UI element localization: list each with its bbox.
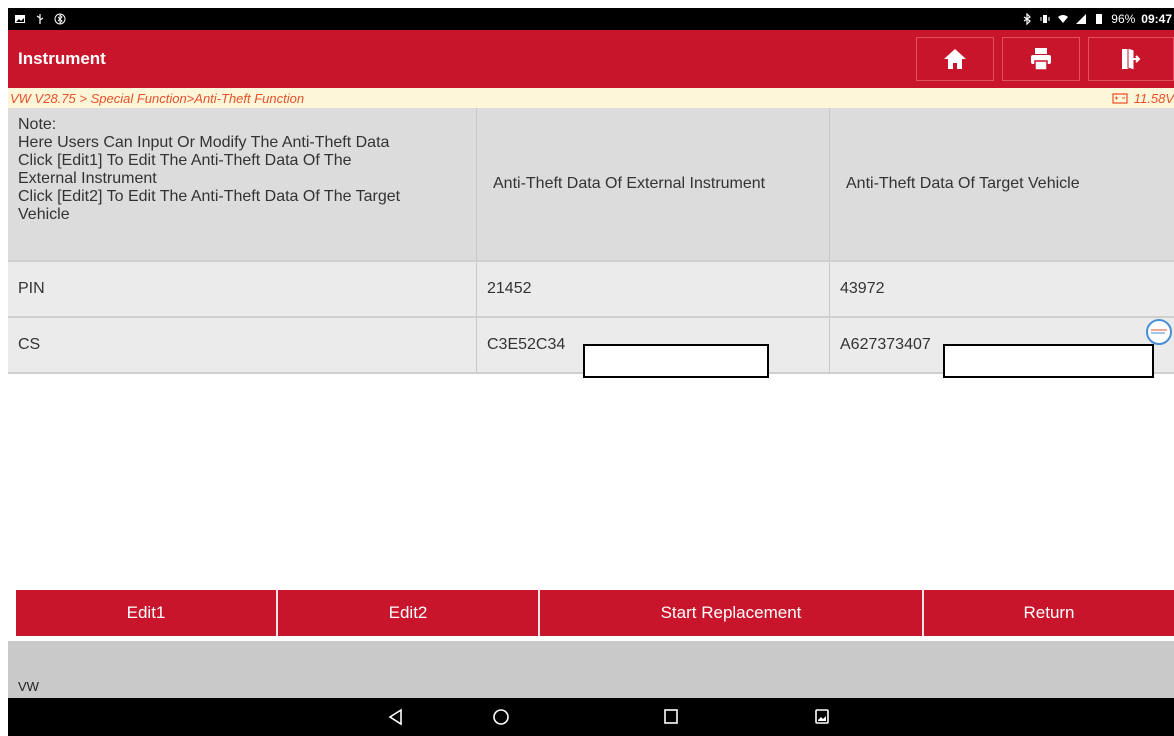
edit2-button[interactable]: Edit2 xyxy=(278,590,540,636)
external-instrument-header: Anti-Theft Data Of External Instrument xyxy=(477,108,830,260)
start-replacement-button[interactable]: Start Replacement xyxy=(540,590,924,636)
voltage-indicator: 11.58V xyxy=(1112,91,1174,106)
home-nav-icon[interactable] xyxy=(492,708,510,726)
back-icon[interactable] xyxy=(388,708,404,726)
row-label: CS xyxy=(8,318,477,372)
redaction-box xyxy=(583,344,769,378)
clock: 09:47 xyxy=(1141,12,1172,26)
bluetooth-icon xyxy=(1023,13,1032,25)
note-header: Note: Here Users Can Input Or Modify The… xyxy=(8,108,477,260)
navigation-bar xyxy=(8,698,1174,736)
print-button[interactable] xyxy=(1002,37,1080,81)
footer-vehicle-label: VW xyxy=(18,679,39,694)
external-value: 21452 xyxy=(477,262,830,316)
battery-icon xyxy=(1096,14,1103,24)
breadcrumb: VW V28.75 > Special Function>Anti-Theft … xyxy=(8,88,1174,108)
print-icon xyxy=(1031,48,1051,71)
page-title: Instrument xyxy=(18,49,106,68)
voltage-value: 11.58V xyxy=(1133,90,1174,106)
battery-percent: 96% xyxy=(1111,12,1136,26)
redaction-box xyxy=(943,344,1154,378)
table-header-row: Note: Here Users Can Input Or Modify The… xyxy=(8,108,1174,262)
screenshot-icon[interactable] xyxy=(814,708,830,726)
title-bar: Instrument xyxy=(8,30,1174,88)
footer-bar: VW xyxy=(8,641,1174,698)
target-vehicle-header: Anti-Theft Data Of Target Vehicle xyxy=(846,175,1080,192)
status-bar: 96% 09:47 xyxy=(8,8,1174,30)
recents-icon[interactable] xyxy=(663,708,679,726)
image-icon xyxy=(15,15,25,23)
vibrate-icon xyxy=(1040,15,1050,23)
floating-assistant-icon[interactable] xyxy=(1145,318,1173,346)
wifi-icon xyxy=(1058,15,1069,23)
breadcrumb-path: VW V28.75 > Special Function>Anti-Theft … xyxy=(10,90,305,106)
home-button[interactable] xyxy=(916,37,994,81)
edit1-button[interactable]: Edit1 xyxy=(16,590,278,636)
target-value: 43972 xyxy=(840,280,885,297)
anti-theft-table: Note: Here Users Can Input Or Modify The… xyxy=(8,108,1174,374)
table-row[interactable]: PIN 21452 43972 xyxy=(8,262,1174,318)
return-button[interactable]: Return xyxy=(924,590,1174,636)
signal-icon xyxy=(1076,14,1087,24)
exit-button[interactable] xyxy=(1088,37,1174,81)
battery-voltage-icon xyxy=(1112,93,1128,104)
usb-icon xyxy=(36,14,44,24)
exit-icon xyxy=(1122,47,1141,71)
action-bar: Edit1 Edit2 Start Replacement Return xyxy=(16,590,1174,636)
row-label: PIN xyxy=(8,262,477,316)
bluetooth-circle-icon xyxy=(54,13,66,25)
home-icon xyxy=(944,49,966,69)
